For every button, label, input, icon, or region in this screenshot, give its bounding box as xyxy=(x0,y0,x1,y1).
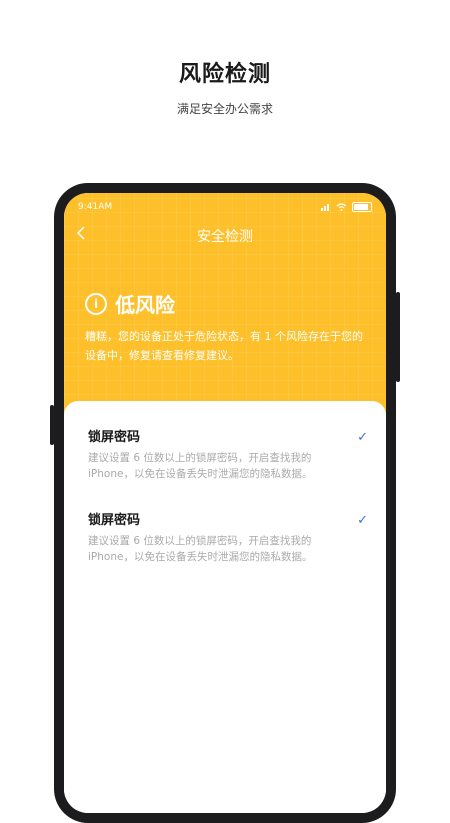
check-item-description: 建议设置 6 位数以上的锁屏密码，开启查找我的iPhone，以免在设备丢失时泄漏… xyxy=(88,535,313,563)
promo-title: 风险检测 xyxy=(178,62,271,87)
check-item[interactable]: 锁屏密码 建议设置 6 位数以上的锁屏密码，开启查找我的iPhone，以免在设备… xyxy=(88,426,368,482)
status-bar: 9:41AM xyxy=(78,202,372,214)
wifi-icon xyxy=(336,203,347,211)
phone-side-button xyxy=(50,405,54,445)
check-icon: ✓ xyxy=(357,430,368,445)
phone-side-button xyxy=(396,292,400,382)
check-item-description: 建议设置 6 位数以上的锁屏密码，开启查找我的iPhone，以免在设备丢失时泄漏… xyxy=(88,452,313,480)
battery-icon xyxy=(352,202,372,212)
signal-icon xyxy=(321,204,329,211)
phone-screen: 9:41AM 安全检测 i 低风险 糟糕，您的设备正处于危险状态，有 1 个风险… xyxy=(64,193,386,813)
check-icon: ✓ xyxy=(357,513,368,528)
info-icon: i xyxy=(85,292,107,315)
check-item[interactable]: 锁屏密码 建议设置 6 位数以上的锁屏密码，开启查找我的iPhone，以免在设备… xyxy=(88,509,368,565)
risk-header: 9:41AM 安全检测 i 低风险 糟糕，您的设备正处于危险状态，有 1 个风险… xyxy=(64,193,386,423)
risk-description: 糟糕，您的设备正处于危险状态，有 1 个风险存在于您的设备中，修复请查看修复建议… xyxy=(85,330,363,362)
risk-level-row: i 低风险 xyxy=(85,289,175,318)
check-item-title: 锁屏密码 xyxy=(88,430,141,445)
promo-subtitle: 满足安全办公需求 xyxy=(176,102,273,116)
nav-bar: 安全检测 xyxy=(64,221,386,249)
nav-title: 安全检测 xyxy=(197,229,253,245)
risk-level: 低风险 xyxy=(115,293,175,317)
check-list-card: 锁屏密码 建议设置 6 位数以上的锁屏密码，开启查找我的iPhone，以免在设备… xyxy=(64,401,386,813)
check-item-title: 锁屏密码 xyxy=(88,513,141,528)
status-time: 9:41AM xyxy=(78,202,113,212)
